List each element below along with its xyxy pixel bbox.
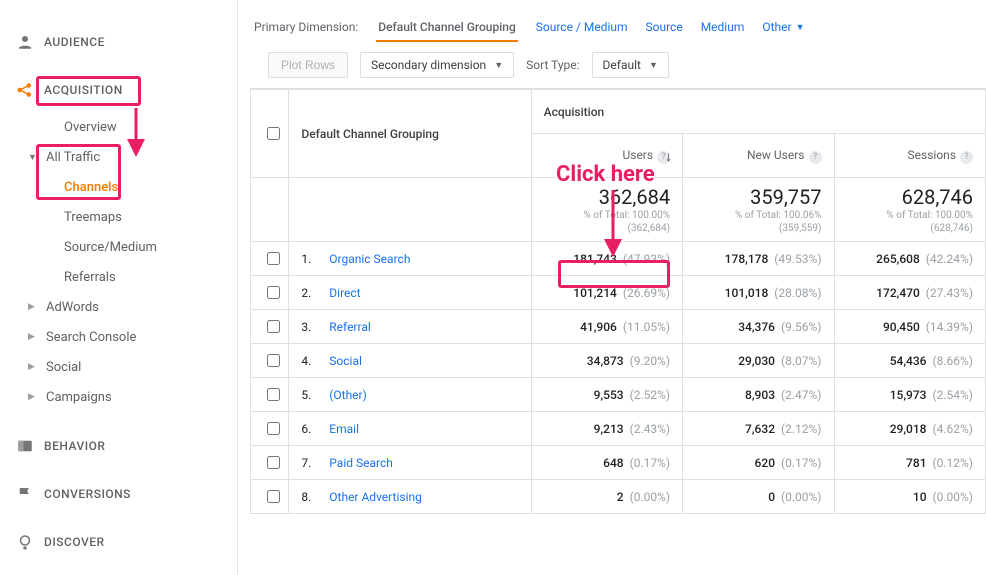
table: Default Channel Grouping Acquisition Use… <box>250 88 986 514</box>
channel-link[interactable]: Email <box>329 422 359 436</box>
nav-acquisition-label: ACQUISITION <box>44 83 123 97</box>
nav-acquisition[interactable]: ACQUISITION <box>0 68 237 112</box>
secondary-dimension-select[interactable]: Secondary dimension▼ <box>360 52 514 78</box>
sidebar: AUDIENCE ACQUISITION Overview All Traffi… <box>0 0 238 575</box>
row-index: 2. <box>301 286 311 300</box>
row-checkbox[interactable] <box>267 456 280 469</box>
table-row: 7.Paid Search648(0.17%)620(0.17%)781(0.1… <box>251 446 986 480</box>
sort-type-select[interactable]: Default▼ <box>592 52 669 78</box>
channel-link[interactable]: Social <box>329 354 362 368</box>
plot-rows-button[interactable]: Plot Rows <box>268 52 348 78</box>
col-group-acquisition: Acquisition <box>531 90 985 134</box>
table-row: 1.Organic Search181,743(47.93%)178,178(4… <box>251 242 986 276</box>
row-checkbox[interactable] <box>267 286 280 299</box>
nav-discover-label: DISCOVER <box>44 535 105 549</box>
nav-social[interactable]: Social <box>28 352 237 382</box>
row-checkbox[interactable] <box>267 354 280 367</box>
dim-default-channel[interactable]: Default Channel Grouping <box>376 20 518 42</box>
table-row: 2.Direct101,214(26.69%)101,018(28.08%)17… <box>251 276 986 310</box>
table-row: 8.Other Advertising2(0.00%)0(0.00%)10(0.… <box>251 480 986 514</box>
dim-other[interactable]: Other▼ <box>762 20 804 34</box>
controls-row: Plot Rows Secondary dimension▼ Sort Type… <box>250 52 986 78</box>
help-icon[interactable]: ? <box>960 151 973 164</box>
dim-source[interactable]: Source <box>646 20 683 34</box>
table-row: 4.Social34,873(9.20%)29,030(8.07%)54,436… <box>251 344 986 378</box>
chevron-down-icon: ▼ <box>796 22 805 33</box>
col-dimension[interactable]: Default Channel Grouping <box>289 90 531 178</box>
channel-link[interactable]: Paid Search <box>329 456 393 470</box>
nav-audience-label: AUDIENCE <box>44 35 105 49</box>
behavior-icon <box>16 437 44 455</box>
nav-audience[interactable]: AUDIENCE <box>0 20 237 64</box>
table-row: 6.Email9,213(2.43%)7,632(2.12%)29,018(4.… <box>251 412 986 446</box>
row-index: 5. <box>301 388 311 402</box>
nav-behavior-label: BEHAVIOR <box>44 439 105 453</box>
row-index: 7. <box>301 456 311 470</box>
channel-link[interactable]: Referral <box>329 320 371 334</box>
nav-conversions[interactable]: CONVERSIONS <box>0 472 237 516</box>
row-checkbox[interactable] <box>267 320 280 333</box>
flag-icon <box>16 485 44 503</box>
row-index: 1. <box>301 252 311 266</box>
primary-dimension-row: Primary Dimension: Default Channel Group… <box>250 20 986 34</box>
channel-link[interactable]: Other Advertising <box>329 490 422 504</box>
row-checkbox[interactable] <box>267 422 280 435</box>
channel-link[interactable]: Organic Search <box>329 252 410 266</box>
dim-source-medium[interactable]: Source / Medium <box>536 20 628 34</box>
nav-overview[interactable]: Overview <box>46 112 237 142</box>
dim-medium[interactable]: Medium <box>701 20 745 34</box>
primary-dimension-label: Primary Dimension: <box>254 20 358 34</box>
totals-row: 362,684% of Total: 100.00% (362,684) 359… <box>251 178 986 242</box>
chevron-down-icon: ▼ <box>649 60 658 71</box>
nav-campaigns[interactable]: Campaigns <box>28 382 237 412</box>
help-icon[interactable]: ? <box>809 151 822 164</box>
main: Primary Dimension: Default Channel Group… <box>238 0 986 575</box>
table-row: 3.Referral41,906(11.05%)34,376(9.56%)90,… <box>251 310 986 344</box>
col-sessions[interactable]: Sessions? <box>834 134 986 178</box>
channel-link[interactable]: (Other) <box>329 388 367 402</box>
channel-link[interactable]: Direct <box>329 286 360 300</box>
nav-discover[interactable]: DISCOVER <box>0 520 237 564</box>
share-icon <box>16 81 44 99</box>
col-users[interactable]: Users?↓ <box>531 134 682 178</box>
nav-all-traffic[interactable]: All Traffic <box>28 142 237 172</box>
bulb-icon <box>16 533 44 551</box>
row-checkbox[interactable] <box>267 388 280 401</box>
table-row: 5.(Other)9,553(2.52%)8,903(2.47%)15,973(… <box>251 378 986 412</box>
nav-referrals[interactable]: Referrals <box>46 262 237 292</box>
nav-search-console[interactable]: Search Console <box>28 322 237 352</box>
row-index: 8. <box>301 490 311 504</box>
col-new-users[interactable]: New Users? <box>683 134 834 178</box>
row-index: 6. <box>301 422 311 436</box>
nav-channels[interactable]: Channels <box>46 172 237 202</box>
nav-behavior[interactable]: BEHAVIOR <box>0 424 237 468</box>
row-index: 3. <box>301 320 311 334</box>
nav-treemaps[interactable]: Treemaps <box>46 202 237 232</box>
sort-type-label: Sort Type: <box>526 58 579 72</box>
nav-adwords[interactable]: AdWords <box>28 292 237 322</box>
chevron-down-icon: ▼ <box>494 60 503 71</box>
row-index: 4. <box>301 354 311 368</box>
select-all[interactable] <box>251 90 289 178</box>
nav-conversions-label: CONVERSIONS <box>44 487 131 501</box>
person-icon <box>16 33 44 51</box>
row-checkbox[interactable] <box>267 252 280 265</box>
nav-source-medium[interactable]: Source/Medium <box>46 232 237 262</box>
row-checkbox[interactable] <box>267 490 280 503</box>
sort-desc-icon: ↓ <box>665 148 672 165</box>
